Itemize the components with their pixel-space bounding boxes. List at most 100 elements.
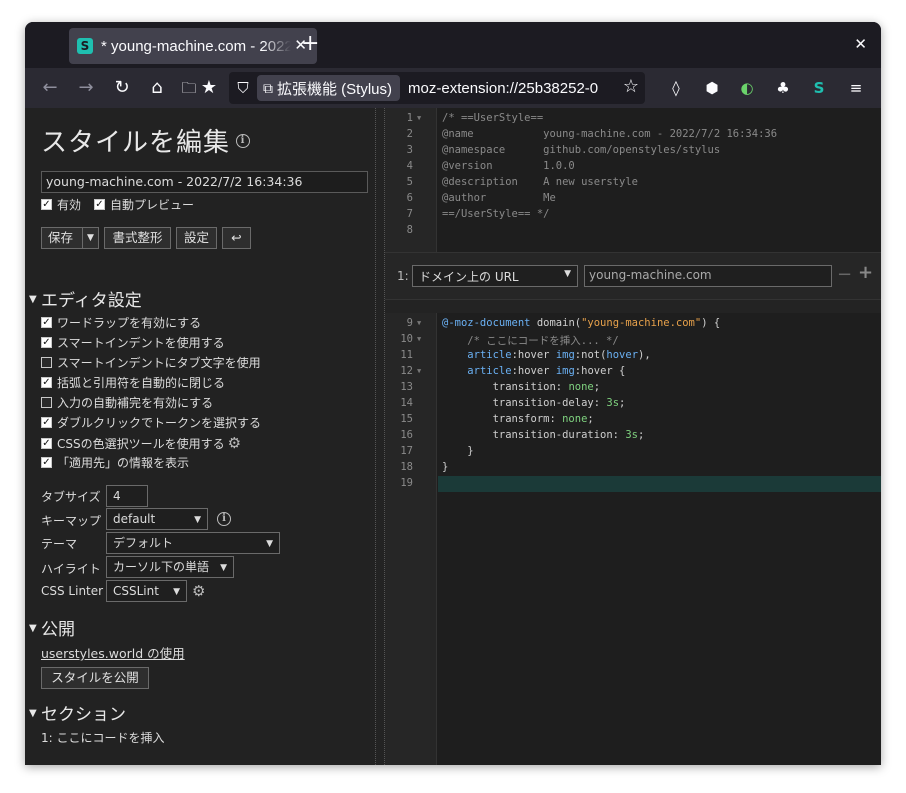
page-title: スタイルを編集 i <box>41 122 251 159</box>
remove-applies-button[interactable]: − <box>837 264 852 285</box>
line-number: 3 <box>406 144 413 156</box>
pocket-icon[interactable]: ◊ <box>665 77 687 99</box>
line-number: 16 <box>400 429 413 441</box>
option-checkbox[interactable]: ✓ <box>41 337 52 348</box>
bookmarks-star-icon[interactable]: ★ <box>196 75 222 101</box>
option-row[interactable]: スマートインデントにタブ文字を使用 <box>41 354 261 371</box>
sidebar-resize-handle[interactable] <box>375 108 385 765</box>
option-checkbox[interactable] <box>41 357 52 368</box>
theme-value: デフォルト <box>113 536 174 550</box>
option-checkbox[interactable]: ✓ <box>41 417 52 428</box>
save-button[interactable]: 保存 ▼ <box>41 227 99 249</box>
line-number: 10 <box>400 333 413 345</box>
highlight-select[interactable]: カーソル下の単語 ▼ <box>106 556 234 578</box>
publish-header[interactable]: ▼ 公開 <box>29 615 75 640</box>
fold-icon[interactable]: ▼ <box>417 319 421 327</box>
option-checkbox[interactable]: ✓ <box>41 457 52 468</box>
option-row[interactable]: ✓ 「適用先」の情報を表示 <box>41 454 189 471</box>
option-label: ダブルクリックでトークンを選択する <box>57 416 262 430</box>
browser-window: S * young-machine.com - 2022/7/2 16:34:3… <box>25 22 881 765</box>
enabled-checkbox-row[interactable]: ✓ 有効 <box>41 196 81 213</box>
gnome-foot-icon[interactable]: ♣ <box>772 77 794 99</box>
option-row[interactable]: 入力の自動補完を有効にする <box>41 394 213 411</box>
gear-icon[interactable]: ⚙ <box>228 434 241 452</box>
style-name-input[interactable]: young-machine.com - 2022/7/2 16:34:36 <box>41 171 368 193</box>
reload-icon[interactable]: ↻ <box>109 75 135 101</box>
keymap-value: default <box>113 512 156 526</box>
section-code-box[interactable]: 9 ▼ 10 ▼ 11 12 ▼ 13 14 15 16 17 18 19 @-moz… <box>385 313 881 765</box>
fold-icon[interactable]: ▼ <box>417 367 421 375</box>
save-dropdown-icon[interactable]: ▼ <box>82 228 98 248</box>
add-applies-button[interactable]: + <box>858 262 873 283</box>
forward-icon[interactable]: → <box>73 75 99 101</box>
tracking-shield-icon[interactable]: ⛉ <box>229 79 257 97</box>
live-preview-checkbox-row[interactable]: ✓ 自動プレビュー <box>94 196 194 213</box>
option-row[interactable]: ✓ ワードラップを有効にする <box>41 314 201 331</box>
tab-size-label: タブサイズ <box>41 490 101 504</box>
keymap-info-icon[interactable]: i <box>217 512 231 526</box>
back-icon[interactable]: ← <box>37 75 63 101</box>
highlight-label: ハイライト <box>41 562 101 576</box>
extension-identity-chip[interactable]: ⧉ 拡張機能 (Stylus) <box>257 75 401 101</box>
extension-badge-icon[interactable]: ◐ <box>736 77 758 99</box>
metadata-code-box[interactable]: 1 ▼ 2 3 4 5 6 7 8 /* ==UserStyle== @name … <box>385 108 881 252</box>
info-icon[interactable]: i <box>236 133 251 148</box>
option-row[interactable]: ✓ 括弧と引用符を自動的に閉じる <box>41 374 225 391</box>
keymap-label: キーマップ <box>41 514 102 528</box>
page-title-text: スタイルを編集 <box>41 128 231 158</box>
option-label: ワードラップを有効にする <box>57 316 202 330</box>
code-line: @version 1.0.0 <box>442 160 575 172</box>
settings-button[interactable]: 設定 <box>176 227 217 249</box>
option-row[interactable]: ✓ スマートインデントを使用する <box>41 334 225 351</box>
option-row[interactable]: ✓ ダブルクリックでトークンを選択する <box>41 414 261 431</box>
option-label: スマートインデントを使用する <box>57 336 225 350</box>
fold-icon[interactable]: ▼ <box>417 114 421 122</box>
option-label: CSSの色選択ツールを使用する <box>57 436 225 451</box>
tab-active[interactable]: S * young-machine.com - 2022/7/2 16:34:3… <box>69 28 317 64</box>
userstyles-world-link[interactable]: userstyles.world の使用 <box>41 643 185 662</box>
applies-value-input[interactable]: young-machine.com <box>584 265 832 287</box>
option-label: スマートインデントにタブ文字を使用 <box>57 356 261 370</box>
stylus-extension-icon[interactable]: S <box>808 77 830 99</box>
beautify-button[interactable]: 書式整形 <box>104 227 171 249</box>
ublock-origin-icon[interactable]: ⬢ <box>701 77 723 99</box>
option-checkbox[interactable] <box>41 397 52 408</box>
sections-title: セクション <box>41 705 126 725</box>
url-bar[interactable]: ⛉ ⧉ 拡張機能 (Stylus) moz-extension://25b382… <box>229 72 645 104</box>
option-row[interactable]: ✓ CSSの色選択ツールを使用する ⚙ <box>41 434 241 452</box>
applies-type-select[interactable]: ドメイン上の URL ▼ <box>412 265 578 287</box>
publish-title: 公開 <box>41 620 75 640</box>
keymap-select[interactable]: default ▼ <box>106 508 208 530</box>
bookmark-star-icon[interactable]: ☆ <box>623 76 639 97</box>
line-number: 4 <box>406 160 413 172</box>
new-tab-button[interactable]: + <box>301 33 319 55</box>
menu-hamburger-icon[interactable]: ≡ <box>845 77 867 99</box>
option-checkbox[interactable]: ✓ <box>41 317 52 328</box>
sections-header[interactable]: ▼ セクション <box>29 700 126 725</box>
stylus-favicon-icon: S <box>77 38 93 54</box>
publish-style-button[interactable]: スタイルを公開 <box>41 667 149 689</box>
code-line: transform: none; <box>442 413 594 425</box>
enabled-checkbox[interactable]: ✓ <box>41 199 52 210</box>
linter-select[interactable]: CSSLint ▼ <box>106 580 187 602</box>
fold-icon[interactable]: ▼ <box>417 335 421 343</box>
section-item[interactable]: 1: ここにコードを挿入 <box>41 729 165 746</box>
live-preview-checkbox[interactable]: ✓ <box>94 199 105 210</box>
chevron-down-icon: ▼ <box>564 269 571 279</box>
linter-gear-icon[interactable]: ⚙ <box>192 582 205 600</box>
option-checkbox[interactable]: ✓ <box>41 437 52 449</box>
code-line: @namespace github.com/openstyles/stylus <box>442 144 721 156</box>
url-text[interactable]: moz-extension://25b38252-0 <box>408 80 598 97</box>
tab-size-input[interactable]: 4 <box>106 485 148 507</box>
home-icon[interactable]: ⌂ <box>144 75 170 101</box>
option-checkbox[interactable]: ✓ <box>41 377 52 388</box>
navigation-toolbar: ← → ↻ ⌂ 🗀 ★ ⛉ ⧉ 拡張機能 (Stylus) moz-extens… <box>25 68 881 108</box>
line-number: 7 <box>406 208 413 220</box>
undo-button[interactable]: ↩ <box>222 227 251 249</box>
editor-settings-header[interactable]: ▼ エディタ設定 <box>29 286 142 311</box>
close-window-button[interactable]: ✕ <box>854 35 867 53</box>
theme-select[interactable]: デフォルト ▼ <box>106 532 280 554</box>
code-line: transition-duration: 3s; <box>442 429 645 441</box>
editor-sidebar: スタイルを編集 i young-machine.com - 2022/7/2 16… <box>25 108 375 765</box>
chevron-down-icon: ▼ <box>173 587 180 597</box>
